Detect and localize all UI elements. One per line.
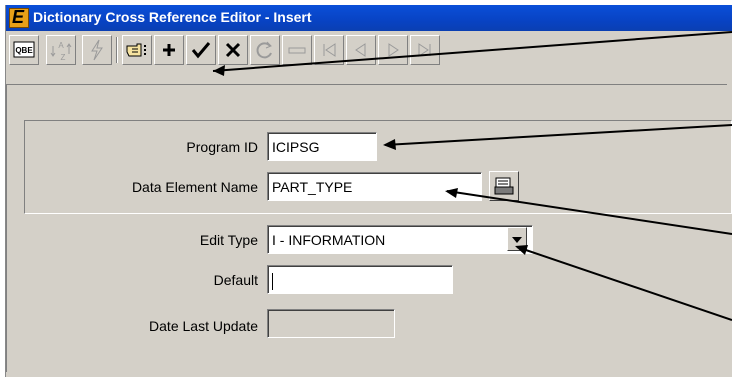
lightning-button[interactable] — [82, 35, 112, 65]
default-field[interactable] — [267, 265, 453, 294]
lookup-icon — [494, 177, 514, 195]
last-record-icon — [418, 43, 431, 57]
select-button[interactable] — [122, 35, 152, 65]
program-id-label: Program ID — [186, 139, 258, 155]
first-record-icon — [323, 43, 336, 57]
last-record-button[interactable] — [410, 35, 440, 65]
edit-type-dropdown-button[interactable] — [507, 227, 527, 251]
qbe-button[interactable]: QBE — [9, 35, 39, 65]
refresh-icon — [256, 41, 272, 59]
svg-text:A: A — [58, 41, 64, 50]
remove-button[interactable] — [282, 35, 312, 65]
default-label: Default — [213, 272, 258, 288]
next-record-button[interactable] — [378, 35, 408, 65]
title-bar: E Dictionary Cross Reference Editor - In… — [6, 5, 732, 31]
window-title: Dictionary Cross Reference Editor - Inse… — [33, 9, 312, 25]
app-icon: E — [9, 7, 29, 28]
next-icon — [388, 43, 399, 57]
accept-button[interactable] — [186, 35, 216, 65]
checkmark-icon — [191, 42, 211, 59]
previous-record-button[interactable] — [346, 35, 376, 65]
edit-type-label: Edit Type — [199, 232, 258, 248]
lookup-button[interactable] — [489, 171, 519, 201]
text-caret — [272, 272, 273, 290]
chevron-down-icon — [512, 237, 522, 243]
data-element-name-label: Data Element Name — [131, 179, 258, 195]
lightning-icon — [91, 39, 103, 61]
program-id-field[interactable]: ICIPSG — [267, 132, 377, 161]
qbe-icon: QBE — [13, 41, 35, 58]
edit-type-select[interactable]: I - INFORMATION — [267, 225, 533, 254]
sort-az-icon: A Z — [50, 41, 72, 62]
first-record-button[interactable] — [314, 35, 344, 65]
plus-icon — [163, 44, 175, 56]
svg-text:QBE: QBE — [15, 46, 33, 55]
cancel-button[interactable] — [218, 35, 248, 65]
close-icon — [225, 42, 241, 58]
data-element-name-field[interactable]: PART_TYPE — [267, 172, 482, 201]
date-last-update-label: Date Last Update — [149, 318, 258, 334]
svg-text:Z: Z — [61, 53, 66, 62]
refresh-button[interactable] — [250, 35, 280, 65]
toolbar: QBE A Z — [6, 32, 732, 70]
minus-icon — [288, 47, 306, 54]
add-button[interactable] — [154, 35, 184, 65]
pointing-hand-icon — [126, 43, 146, 57]
previous-icon — [355, 43, 366, 57]
date-last-update-field — [267, 309, 395, 338]
edit-type-value: I - INFORMATION — [272, 232, 386, 248]
sort-button[interactable]: A Z — [46, 35, 76, 65]
